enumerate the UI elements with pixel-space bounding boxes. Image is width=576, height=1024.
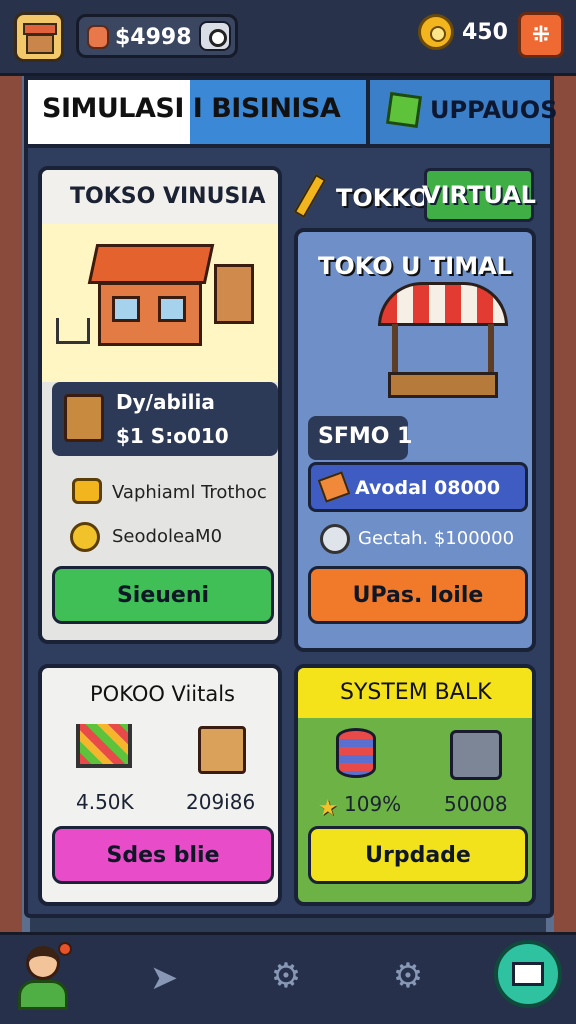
upgrades-label: UPPAUOS xyxy=(430,96,558,124)
star-icon: ★ xyxy=(318,796,338,821)
notification-badge xyxy=(58,942,72,956)
coin-icon xyxy=(70,522,100,552)
card-system-balk: SYSTEM BALK ★ 109% 50008 Urpdade xyxy=(294,664,536,906)
card-d-title: SYSTEM BALK xyxy=(340,680,492,705)
upgrades-button[interactable]: UPPAUOS xyxy=(366,80,557,144)
add-coins-button[interactable] xyxy=(199,21,231,51)
page-title: SIMULASI I BISINISA xyxy=(42,93,341,124)
gear-icon[interactable]: ⚙ xyxy=(378,946,438,1006)
card-b-subtitle: TOKO U TIMAL xyxy=(318,252,512,280)
stat-panel: Avodal 08000 xyxy=(308,462,528,512)
card-b-stat2: Gectah. $100000 xyxy=(358,528,515,549)
card-c-button[interactable]: Sdes blie xyxy=(52,826,274,884)
card-b-stat1: Avodal 08000 xyxy=(355,477,501,499)
item-price: $1 S:o010 xyxy=(116,424,229,448)
cube-icon xyxy=(385,91,423,129)
card-a-stat2: SeodoleaM0 xyxy=(112,526,223,547)
location-pin-icon[interactable]: ➤ xyxy=(134,948,194,1008)
card-c-title: POKOO Viitals xyxy=(90,682,236,706)
virtual-tab[interactable]: VIRTUAL xyxy=(422,168,536,222)
mail-icon xyxy=(512,962,544,986)
card-b-title: TOKKO xyxy=(336,184,430,212)
market-stall-illustration xyxy=(378,282,508,416)
box-icon xyxy=(198,726,246,774)
avatar[interactable] xyxy=(14,942,76,1012)
card-d-button[interactable]: Urpdade xyxy=(308,826,528,884)
card-d-value2: 50008 xyxy=(444,792,508,816)
card-toko-vinusia: TOKSO VINUSIA Dy/abilia $1 S:o010 Vaphia… xyxy=(38,166,282,644)
card-toko-virtual: TOKO U TIMAL SFMO 1 Avodal 08000 Gectah.… xyxy=(294,228,536,652)
shop-illustration xyxy=(42,224,278,382)
crate-icon xyxy=(64,394,104,442)
card-c-value2: 209i86 xyxy=(186,790,256,814)
shopping-cart-icon xyxy=(76,724,132,768)
mail-button[interactable] xyxy=(494,940,562,1008)
top-bar: $4998 450 ⁜ xyxy=(0,0,576,76)
level-panel: SFMO 1 xyxy=(308,416,412,460)
settings-icon[interactable]: ⚙ xyxy=(256,946,316,1006)
gold-gear-icon xyxy=(418,14,454,50)
tool-icon xyxy=(317,471,351,503)
item-name: Dy/abilia xyxy=(116,390,215,414)
menu-button[interactable]: ⁜ xyxy=(518,12,564,58)
card-a-stat1: Vaphiaml Trothoc xyxy=(112,482,267,503)
grid-icon: ⁜ xyxy=(531,22,551,48)
chips-icon xyxy=(336,728,376,778)
card-b-level: SFMO 1 xyxy=(318,424,413,449)
card-a-title: TOKSO VINUSIA xyxy=(70,184,266,209)
card-c-value1: 4.50K xyxy=(76,790,134,814)
safe-icon xyxy=(450,730,502,780)
shop-icon[interactable] xyxy=(14,12,64,62)
gold-box-icon xyxy=(72,478,102,504)
card-a-button[interactable]: Sieueni xyxy=(52,566,274,624)
coin-icon xyxy=(87,25,109,49)
cart-icon xyxy=(56,318,90,344)
item-panel: Dy/abilia $1 S:o010 xyxy=(52,382,278,456)
card-d-value1: 109% xyxy=(344,792,402,816)
gear-value: 450 xyxy=(462,20,508,45)
coin-counter: $4998 xyxy=(76,14,238,58)
silver-coin-icon xyxy=(320,524,350,554)
card-pokoo-viitals: POKOO Viitals 4.50K 209i86 Sdes blie xyxy=(38,664,282,906)
coin-value: $4998 xyxy=(115,25,192,50)
card-b-button[interactable]: UPas. Ioile xyxy=(308,566,528,624)
